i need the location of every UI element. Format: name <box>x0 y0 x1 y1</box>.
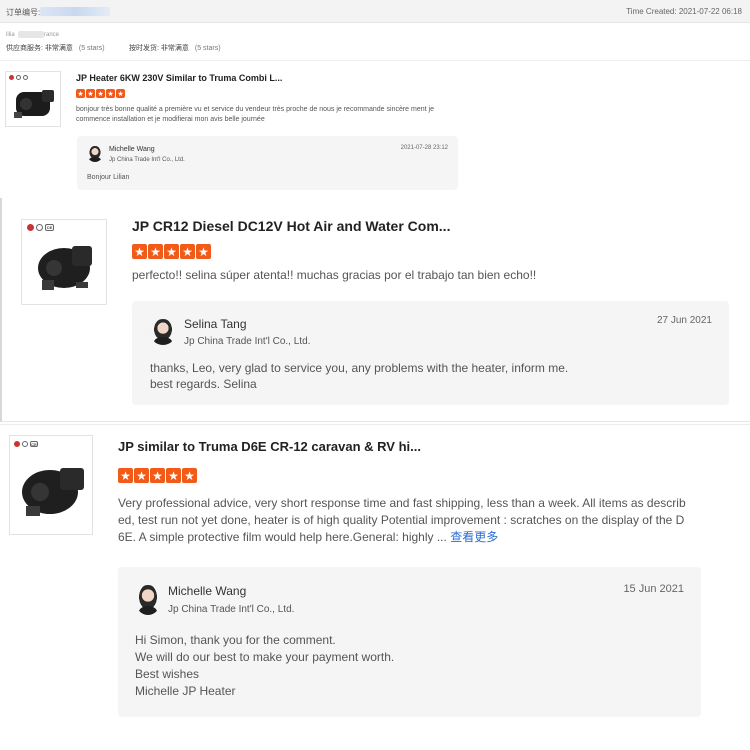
see-more-link[interactable]: 查看更多 <box>450 530 498 544</box>
on-time-delivery-label: 按时发货: 非常满意 <box>129 45 189 52</box>
buyer-name-redacted <box>18 31 44 38</box>
review-text-line: ed, test run not yet done, heater is of … <box>118 513 685 527</box>
on-time-delivery-rating: 按时发货: 非常满意 (5 stars) <box>129 43 221 53</box>
on-time-delivery-stars: (5 stars) <box>194 45 221 52</box>
star-icon: ★ <box>132 244 147 259</box>
reply-date: 2021-07-28 23:12 <box>400 145 448 151</box>
review-stars: ★ ★ ★ ★ ★ <box>132 244 211 259</box>
supplier-service-stars: (5 stars) <box>78 45 105 52</box>
buyer-name-prefix: lilia <box>6 32 15 38</box>
reply-text-line: Best wishes <box>135 667 200 681</box>
star-icon: ★ <box>166 468 181 483</box>
reply-company: Jp China Trade Int'l Co., Ltd. <box>109 157 185 163</box>
product-thumbnail[interactable]: CE <box>21 219 107 305</box>
review-card: CE JP CR12 Diesel DC12V Hot Air and Wate… <box>0 198 750 422</box>
avatar <box>150 319 176 345</box>
star-icon: ★ <box>148 244 163 259</box>
reply-text: Bonjour Lilian <box>87 174 130 181</box>
reply-text-line: thanks, Leo, very glad to service you, a… <box>150 361 569 375</box>
supplier-service-label: 供应商服务: 非常满意 <box>6 45 73 52</box>
product-title[interactable]: JP Heater 6KW 230V Similar to Truma Comb… <box>76 73 282 83</box>
reply-author-name: Michelle Wang <box>168 584 247 598</box>
product-thumbnail[interactable]: CE <box>9 435 93 535</box>
review-text-line: Very professional advice, very short res… <box>118 496 686 510</box>
seller-reply: Selina Tang Jp China Trade Int'l Co., Lt… <box>132 301 729 405</box>
star-icon: ★ <box>116 89 125 98</box>
heater-product-image <box>22 468 84 516</box>
certification-marks-icon: CE <box>14 441 38 447</box>
reply-text-line: Hi Simon, thank you for the comment. <box>135 633 336 647</box>
review-text: bonjour très bonne qualité a première vu… <box>76 106 434 123</box>
star-icon: ★ <box>96 89 105 98</box>
star-icon: ★ <box>118 468 133 483</box>
product-title[interactable]: JP similar to Truma D6E CR-12 caravan & … <box>118 439 421 454</box>
reply-author-name: Selina Tang <box>184 317 247 331</box>
reply-company: Jp China Trade Int'l Co., Ltd. <box>168 604 295 615</box>
supplier-service-rating: 供应商服务: 非常满意 (5 stars) <box>6 43 105 53</box>
reply-text-line: We will do our best to make your payment… <box>135 650 395 664</box>
star-icon: ★ <box>180 244 195 259</box>
reply-text-line: Michelle JP Heater <box>135 684 236 698</box>
reply-date: 27 Jun 2021 <box>656 315 712 326</box>
heater-product-image <box>14 90 54 118</box>
product-thumbnail[interactable] <box>5 71 61 127</box>
buyer-name-suffix: rance <box>44 32 60 38</box>
certification-marks-icon: CE <box>27 224 54 231</box>
time-created: Time Created: 2021-07-22 06:18 <box>626 7 742 16</box>
order-number-redacted <box>40 7 110 16</box>
star-icon: ★ <box>134 468 149 483</box>
certification-marks-icon <box>9 75 28 80</box>
star-icon: ★ <box>182 468 197 483</box>
order-header: 订单编号: Time Created: 2021-07-22 06:18 <box>0 0 750 23</box>
seller-reply: Michelle Wang Jp China Trade Int'l Co., … <box>77 136 458 190</box>
review-stars: ★ ★ ★ ★ ★ <box>76 89 125 98</box>
product-title[interactable]: JP CR12 Diesel DC12V Hot Air and Water C… <box>132 218 450 234</box>
reply-author-name: Michelle Wang <box>109 146 155 153</box>
review-stars: ★ ★ ★ ★ ★ <box>118 468 197 483</box>
avatar <box>87 146 103 162</box>
avatar <box>135 585 161 615</box>
reply-text: Hi Simon, thank you for the comment. We … <box>135 632 394 700</box>
review-text: Very professional advice, very short res… <box>118 495 718 546</box>
review-card: CE JP similar to Truma D6E CR-12 caravan… <box>0 424 750 750</box>
star-icon: ★ <box>164 244 179 259</box>
star-icon: ★ <box>86 89 95 98</box>
star-icon: ★ <box>196 244 211 259</box>
reply-date: 15 Jun 2021 <box>623 583 684 595</box>
review-text: perfecto!! selina súper atenta!! muchas … <box>132 268 537 282</box>
heater-product-image <box>38 246 92 290</box>
reply-text-line: best regards. Selina <box>150 377 257 391</box>
star-icon: ★ <box>106 89 115 98</box>
reply-company: Jp China Trade Int'l Co., Ltd. <box>184 336 311 347</box>
reply-text: thanks, Leo, very glad to service you, a… <box>150 360 568 392</box>
order-number-label: 订单编号: <box>6 8 41 17</box>
review-card: JP Heater 6KW 230V Similar to Truma Comb… <box>0 60 750 195</box>
review-text-line: 6E. A simple protective film would help … <box>118 530 447 544</box>
star-icon: ★ <box>76 89 85 98</box>
seller-reply: Michelle Wang Jp China Trade Int'l Co., … <box>118 567 701 717</box>
star-icon: ★ <box>150 468 165 483</box>
